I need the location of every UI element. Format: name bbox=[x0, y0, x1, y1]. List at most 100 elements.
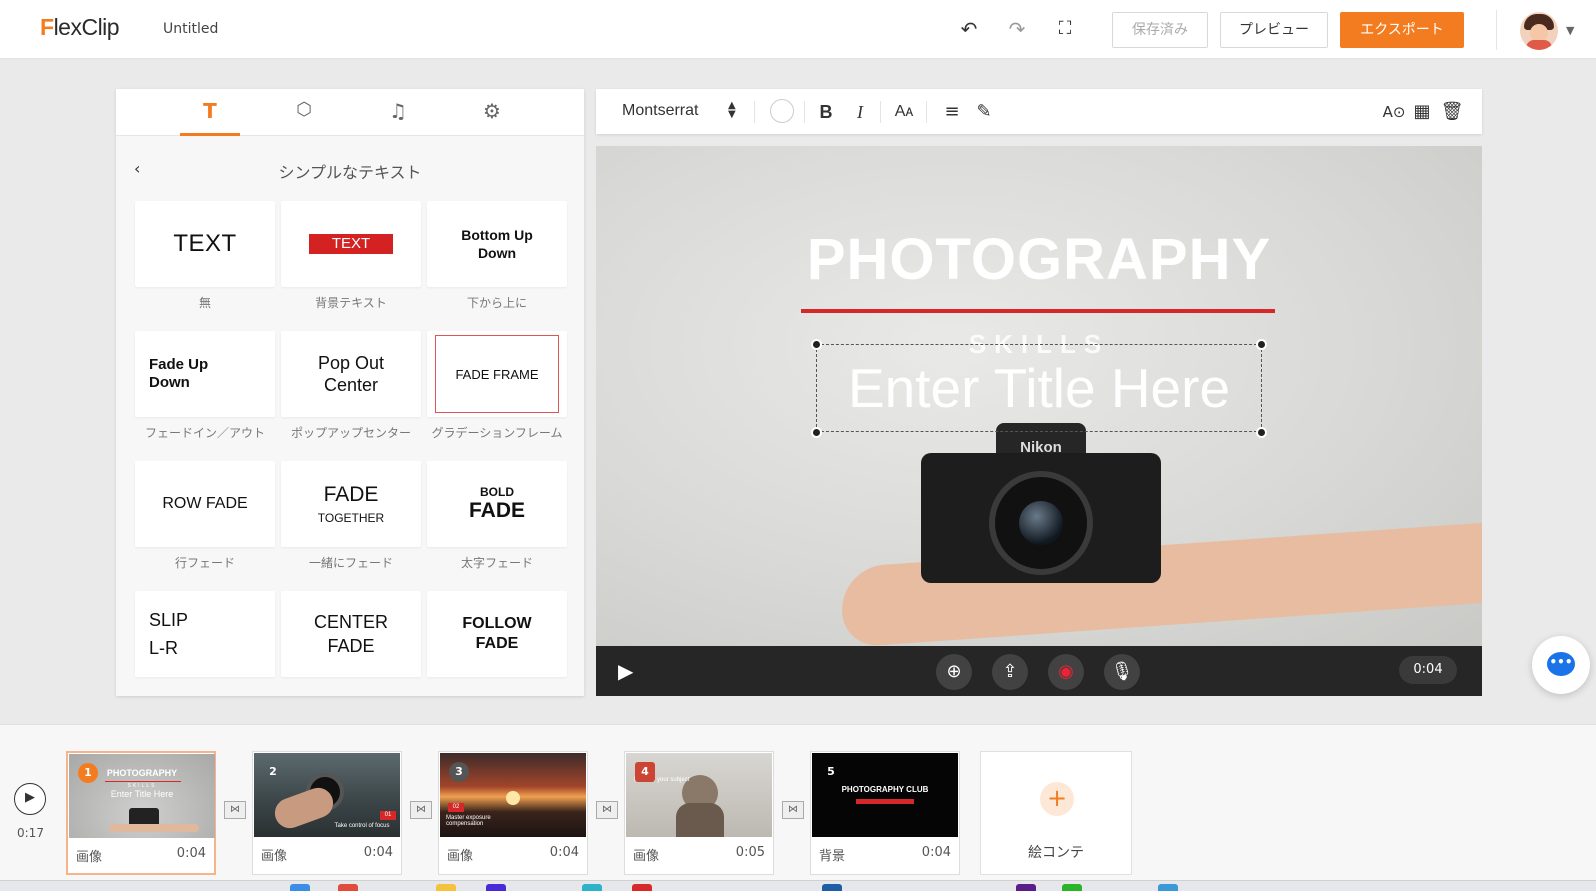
text-tab-icon[interactable]: T bbox=[190, 99, 230, 125]
preview-canvas[interactable]: Nikon PHOTOGRAPHY SKILLS Enter Title Her… bbox=[596, 146, 1482, 646]
microphone-icon[interactable]: 🎙 bbox=[1104, 654, 1140, 690]
preset-caption: 一緒にフェード bbox=[308, 556, 393, 570]
redo-icon[interactable]: ↷ bbox=[1004, 16, 1030, 42]
clip-number: 5 bbox=[827, 765, 835, 778]
settings-tab-icon[interactable]: ⚙ bbox=[472, 99, 512, 125]
timeline-play-icon[interactable]: ▶ bbox=[14, 783, 46, 815]
text-size-icon[interactable]: Aᴀ bbox=[892, 100, 916, 124]
preset-caption: 無 bbox=[198, 296, 211, 310]
resize-handle[interactable] bbox=[1256, 339, 1267, 350]
active-tab-indicator bbox=[180, 133, 240, 136]
preset-caption: 太字フェード bbox=[460, 556, 533, 570]
taskbar-app-icon[interactable] bbox=[1016, 884, 1036, 891]
record-icon[interactable]: ◉ bbox=[1048, 654, 1084, 690]
preset-fade-together[interactable]: FADE TOGETHER bbox=[281, 461, 421, 547]
preset-caption: ポップアップセンター bbox=[290, 426, 411, 440]
text-panel: T ⬡ ♫ ⚙ シンプルなテキスト ‹ TEXT 無 TEXT 背景テキスト B… bbox=[116, 89, 584, 696]
preset-follow-fade[interactable]: FOLLOW FADE bbox=[427, 591, 567, 677]
resize-handle[interactable] bbox=[1256, 427, 1267, 438]
upload-icon[interactable]: ⇪ bbox=[992, 654, 1028, 690]
taskbar-app-icon[interactable] bbox=[1062, 884, 1082, 891]
toolbar-divider bbox=[804, 101, 805, 123]
section-title: シンプルなテキスト bbox=[278, 163, 422, 182]
taskbar-app-icon[interactable] bbox=[822, 884, 842, 891]
chat-button[interactable]: ••• bbox=[1532, 636, 1590, 694]
preset-center-fade[interactable]: CENTER FADE bbox=[281, 591, 421, 677]
text-color-swatch[interactable] bbox=[770, 99, 794, 123]
taskbar-app-icon[interactable] bbox=[290, 884, 310, 891]
storyboard-timeline: ▶ 0:17 PHOTOGRAPHY SKILLS Enter Title He… bbox=[0, 724, 1596, 880]
text-style-icon[interactable]: A⊙ bbox=[1382, 100, 1406, 124]
preset-slip[interactable]: SLIP L-R bbox=[135, 591, 275, 677]
preset-none[interactable]: TEXT bbox=[135, 201, 275, 287]
font-select[interactable]: Montserrat bbox=[622, 102, 698, 120]
clip-duration: 0:04 bbox=[921, 845, 951, 860]
camera-brand: Nikon bbox=[1020, 439, 1062, 456]
project-title[interactable]: Untitled bbox=[163, 21, 218, 37]
play-icon[interactable]: ▶ bbox=[618, 659, 642, 683]
clip-5[interactable]: PHOTOGRAPHY CLUB 5 背景 0:04 bbox=[810, 751, 960, 875]
transition-icon[interactable]: ⋈ bbox=[224, 801, 246, 819]
elements-tab-icon[interactable]: ⬡ bbox=[284, 99, 324, 125]
music-tab-icon[interactable]: ♫ bbox=[378, 99, 418, 125]
clip-type: 背景 bbox=[819, 849, 846, 864]
text-toolbar: Montserrat ▲ ▼ B I Aᴀ ≡ ✎ A⊙ ▦ 🗑 bbox=[596, 89, 1482, 134]
transition-icon[interactable]: ⋈ bbox=[596, 801, 618, 819]
clip-4[interactable]: Position your subject 4 画像 0:05 bbox=[624, 751, 774, 875]
undo-icon[interactable]: ↶ bbox=[956, 16, 982, 42]
clip-number: 2 bbox=[269, 765, 277, 778]
toolbar-divider bbox=[754, 101, 755, 123]
clip-number: 4 bbox=[635, 762, 655, 782]
resize-handle[interactable] bbox=[811, 427, 822, 438]
chevron-down-icon[interactable]: ▼ bbox=[1566, 24, 1574, 37]
italic-icon[interactable]: I bbox=[848, 100, 872, 124]
saved-button[interactable]: 保存済み bbox=[1112, 12, 1208, 48]
top-bar: FlexClip Untitled ↶ ↷ ⛶ 保存済み プレビュー エクスポー… bbox=[0, 0, 1596, 59]
chat-bubble-icon: ••• bbox=[1547, 652, 1575, 676]
preset-caption: 下から上に bbox=[466, 296, 527, 310]
fullscreen-icon[interactable]: ⛶ bbox=[1052, 16, 1078, 42]
clip-duration: 0:04 bbox=[176, 846, 206, 861]
preset-bottom-up[interactable]: Bottom Up Down bbox=[427, 201, 567, 287]
add-scene-button[interactable]: + 絵コンテ bbox=[980, 751, 1132, 875]
font-select-arrows-icon[interactable]: ▲ ▼ bbox=[728, 101, 736, 120]
preset-pop-out[interactable]: Pop Out Center bbox=[281, 331, 421, 417]
add-scene-label: 絵コンテ bbox=[1028, 845, 1084, 861]
taskbar-app-icon[interactable] bbox=[632, 884, 652, 891]
taskbar-app-icon[interactable] bbox=[486, 884, 506, 891]
resize-handle[interactable] bbox=[811, 339, 822, 350]
pen-icon[interactable]: ✎ bbox=[972, 100, 996, 124]
total-duration: 0:17 bbox=[17, 826, 44, 840]
preset-fade-up[interactable]: Fade Up Down bbox=[135, 331, 275, 417]
taskbar-app-icon[interactable] bbox=[436, 884, 456, 891]
preview-button[interactable]: プレビュー bbox=[1220, 12, 1328, 48]
transition-icon[interactable]: ⋈ bbox=[782, 801, 804, 819]
preset-background-text[interactable]: TEXT bbox=[281, 201, 421, 287]
clip-type: 画像 bbox=[76, 850, 103, 865]
clip-2[interactable]: 01 Take control of focus 2 画像 0:04 bbox=[252, 751, 402, 875]
clip-type: 画像 bbox=[447, 849, 474, 864]
globe-icon[interactable]: ⊕ bbox=[936, 654, 972, 690]
back-arrow-icon[interactable]: ‹ bbox=[134, 159, 140, 178]
export-button[interactable]: エクスポート bbox=[1340, 12, 1464, 48]
user-avatar[interactable] bbox=[1520, 12, 1558, 50]
clip-1[interactable]: PHOTOGRAPHY SKILLS Enter Title Here 1 画像… bbox=[66, 751, 216, 875]
transition-icon[interactable]: ⋈ bbox=[410, 801, 432, 819]
preset-row-fade[interactable]: ROW FADE bbox=[135, 461, 275, 547]
trash-icon[interactable]: 🗑 bbox=[1440, 100, 1464, 124]
preset-fade-frame[interactable]: FADE FRAME bbox=[427, 331, 567, 417]
taskbar-app-icon[interactable] bbox=[1158, 884, 1178, 891]
canvas-textbox[interactable]: Enter Title Here bbox=[816, 344, 1262, 432]
canvas-title[interactable]: PHOTOGRAPHY bbox=[596, 226, 1482, 293]
preset-bold-fade[interactable]: BOLD FADE bbox=[427, 461, 567, 547]
taskbar-app-icon[interactable] bbox=[338, 884, 358, 891]
align-icon[interactable]: ≡ bbox=[940, 100, 964, 124]
clip-3[interactable]: 02 Master exposure compensation 3 画像 0:0… bbox=[438, 751, 588, 875]
flexclip-logo[interactable]: FlexClip bbox=[40, 14, 120, 41]
clip-type: 画像 bbox=[633, 849, 660, 864]
taskbar-app-icon[interactable] bbox=[582, 884, 602, 891]
clip-duration: 0:04 bbox=[363, 845, 393, 860]
bold-icon[interactable]: B bbox=[814, 100, 838, 124]
grid-icon[interactable]: ▦ bbox=[1410, 100, 1434, 124]
preset-caption: 背景テキスト bbox=[315, 296, 387, 310]
